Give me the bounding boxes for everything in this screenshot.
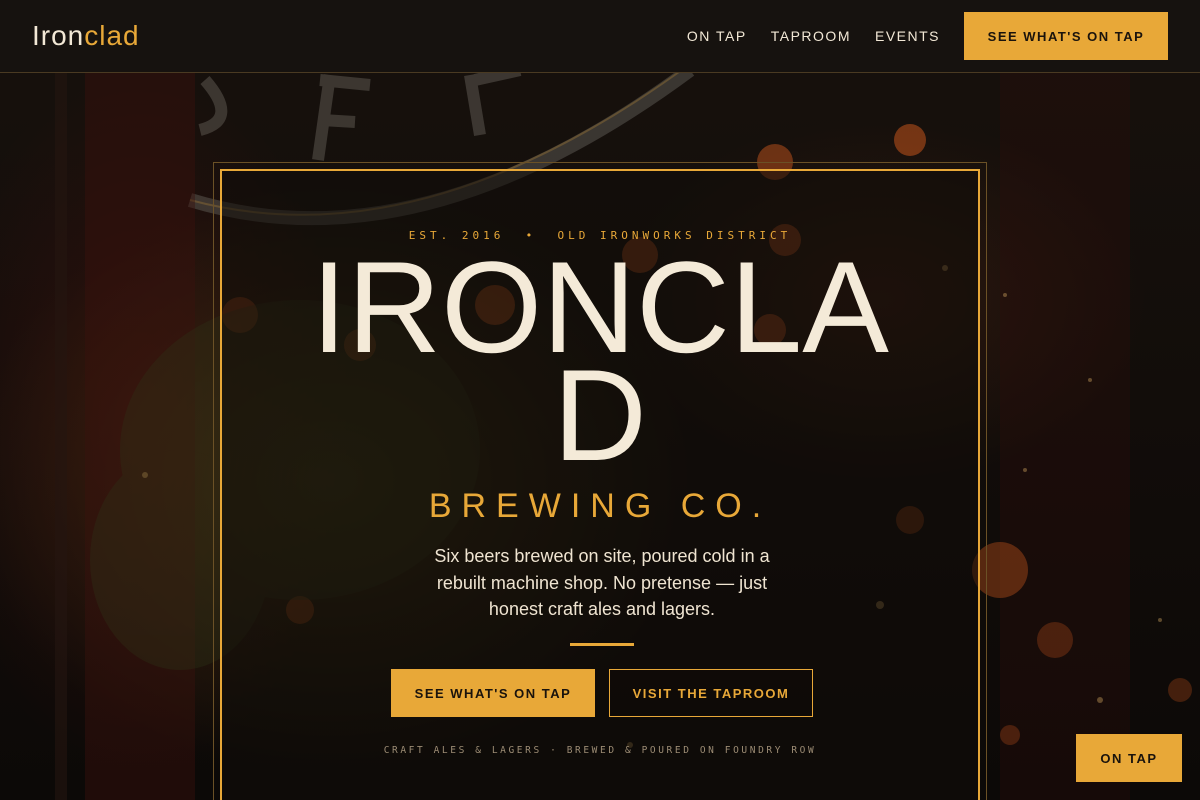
hero-card: EST. 2016 • OLD IRONWORKS DISTRICT IRONC…: [220, 169, 980, 800]
hero-footline: CRAFT ALES & LAGERS · BREWED & POURED ON…: [383, 745, 817, 756]
hero-title: IRONCLA D: [222, 242, 978, 480]
nav-link-on-tap[interactable]: ON TAP: [687, 28, 747, 44]
see-whats-on-tap-button[interactable]: SEE WHAT'S ON TAP: [391, 669, 595, 717]
brand-name-accent: clad: [84, 20, 140, 51]
hero-description: Six beers brewed on site, poured cold in…: [434, 546, 770, 619]
floating-on-tap-button[interactable]: ON TAP: [1076, 734, 1182, 782]
brand-name-main: Iron: [32, 20, 85, 51]
brand-logo[interactable]: Ironclad: [32, 20, 140, 52]
nav-cta-button[interactable]: SEE WHAT'S ON TAP: [964, 12, 1168, 60]
top-navbar: Ironclad ON TAP TAPROOM EVENTS SEE WHAT'…: [0, 0, 1200, 73]
visit-taproom-button[interactable]: VISIT THE TAPROOM: [609, 669, 813, 717]
hero-subtitle: BREWING CO.: [428, 487, 772, 525]
nav-link-events[interactable]: EVENTS: [875, 28, 940, 44]
nav-link-taproom[interactable]: TAPROOM: [771, 28, 851, 44]
hero-divider: [570, 643, 634, 646]
nav-links: ON TAP TAPROOM EVENTS SEE WHAT'S ON TAP: [663, 12, 1168, 60]
